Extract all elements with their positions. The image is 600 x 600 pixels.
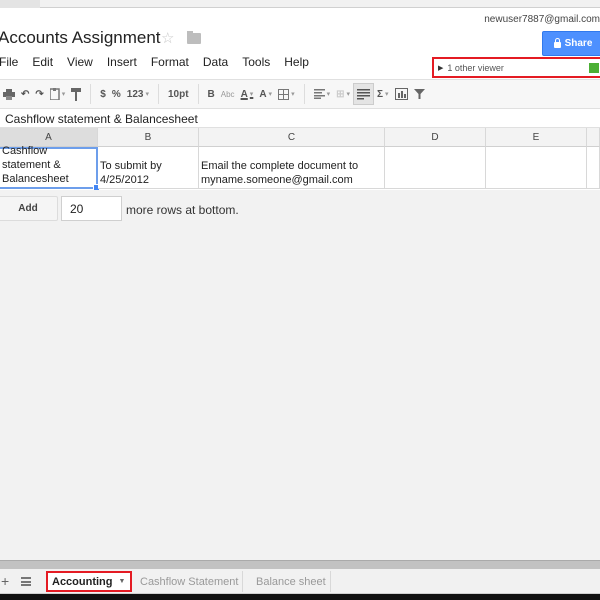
viewers-panel[interactable]: ▶ 1 other viewer	[432, 57, 600, 78]
sheet-tab-label: Accounting	[52, 575, 113, 588]
paste-icon[interactable]	[47, 83, 69, 105]
toolbar-divider	[90, 84, 92, 104]
share-button[interactable]: Share	[542, 31, 600, 56]
fill-color-button[interactable]: A	[256, 83, 275, 105]
cell-d1[interactable]	[385, 147, 486, 189]
cell-c1[interactable]: Email the complete document to myname.so…	[199, 147, 385, 189]
wrap-text-icon[interactable]	[353, 83, 374, 105]
print-icon[interactable]	[0, 83, 18, 105]
formula-bar[interactable]: Cashflow statement & Balancesheet	[0, 110, 600, 128]
all-sheets-icon[interactable]	[21, 577, 31, 586]
column-header-e[interactable]: E	[486, 128, 587, 147]
sheet-tab-accounting[interactable]: Accounting ▼	[46, 571, 132, 592]
menu-view[interactable]: View	[67, 55, 93, 69]
add-rows-label: more rows at bottom.	[126, 203, 239, 217]
percent-format-button[interactable]: %	[109, 83, 124, 105]
cell-e1[interactable]	[486, 147, 587, 189]
chevron-down-icon[interactable]: ▼	[119, 578, 126, 585]
insert-chart-icon[interactable]	[392, 83, 411, 105]
add-sheet-icon[interactable]: +	[1, 573, 9, 589]
document-title[interactable]: Accounts Assignment	[0, 28, 161, 48]
number-format-dropdown[interactable]: 123	[124, 83, 152, 105]
toolbar-divider	[197, 84, 199, 104]
folder-icon[interactable]	[187, 31, 201, 44]
menu-tools[interactable]: Tools	[242, 55, 270, 69]
viewers-label: 1 other viewer	[447, 62, 504, 73]
borders-icon[interactable]	[275, 83, 298, 105]
rows-count-input[interactable]: 20	[61, 196, 122, 221]
toolbar-divider	[157, 84, 159, 104]
menu-bar: File Edit View Insert Format Data Tools …	[0, 55, 323, 69]
column-header-b[interactable]: B	[98, 128, 199, 147]
browser-tab	[0, 0, 40, 8]
add-rows-button[interactable]: Add	[0, 196, 58, 221]
user-email[interactable]: newuser7887@gmail.com	[484, 14, 600, 25]
menu-format[interactable]: Format	[151, 55, 189, 69]
column-header-f[interactable]	[587, 128, 600, 147]
menu-data[interactable]: Data	[203, 55, 228, 69]
viewer-color-indicator	[589, 63, 599, 73]
horizontal-scrollbar[interactable]	[0, 560, 600, 569]
cell-a1[interactable]: Cashflow statement & Balancesheet	[0, 145, 100, 191]
currency-format-button[interactable]: $	[97, 83, 109, 105]
sheet-tab-label: Balance sheet	[256, 575, 326, 588]
menu-file[interactable]: File	[0, 55, 18, 69]
menu-edit[interactable]: Edit	[32, 55, 53, 69]
lock-icon	[553, 38, 561, 48]
screen-edge	[0, 594, 600, 600]
filter-icon[interactable]	[411, 83, 428, 105]
expand-triangle-icon: ▶	[438, 64, 444, 72]
star-icon[interactable]: ☆	[161, 29, 174, 47]
sheet-tab-label: Cashflow Statement	[140, 575, 239, 588]
sheet-tab-cashflow-statement[interactable]: Cashflow Statement	[136, 571, 244, 592]
cell-b1[interactable]: To submit by 4/25/2012	[98, 147, 199, 189]
sheet-tabs-bar: + Accounting ▼ Cashflow Statement Balanc…	[0, 569, 600, 594]
cell-f1[interactable]	[587, 147, 600, 189]
font-size-dropdown[interactable]: 10pt	[165, 83, 192, 105]
functions-icon[interactable]: Σ	[374, 83, 392, 105]
text-color-button[interactable]: A	[238, 83, 257, 105]
toolbar-divider	[303, 84, 305, 104]
empty-sheet-area	[0, 190, 600, 560]
column-header-d[interactable]: D	[385, 128, 486, 147]
sheet-tab-balance-sheet[interactable]: Balance sheet	[252, 571, 331, 592]
column-header-c[interactable]: C	[199, 128, 385, 147]
bold-button[interactable]: B	[205, 83, 218, 105]
browser-strip	[0, 0, 600, 8]
toolbar: ↶ ↷ $ % 123 10pt B Abc A A ⊞ Σ	[0, 79, 600, 109]
undo-icon[interactable]: ↶	[18, 83, 32, 105]
merge-cells-icon[interactable]: ⊞	[333, 83, 353, 105]
menu-help[interactable]: Help	[284, 55, 309, 69]
strikethrough-button[interactable]: Abc	[218, 83, 238, 105]
redo-icon[interactable]: ↷	[32, 83, 46, 105]
menu-insert[interactable]: Insert	[107, 55, 137, 69]
share-label: Share	[564, 38, 593, 49]
paint-format-icon[interactable]	[68, 83, 84, 105]
spreadsheet-app: Accounts Assignment ☆ newuser7887@gmail.…	[0, 0, 600, 600]
align-left-icon[interactable]	[311, 83, 334, 105]
